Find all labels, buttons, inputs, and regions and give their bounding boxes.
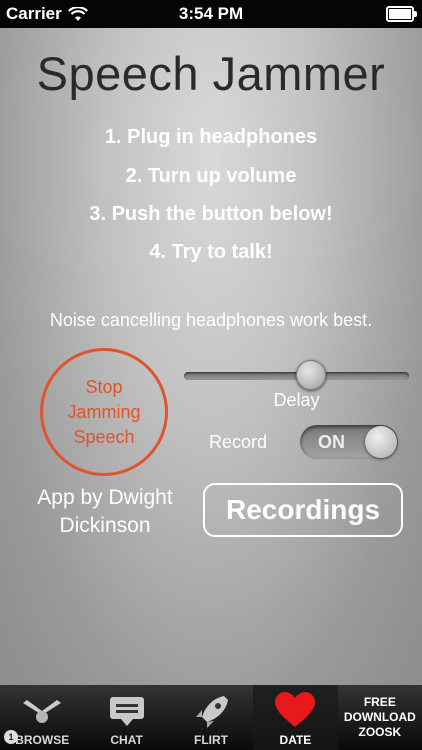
instruction-step-4: 4. Try to talk! xyxy=(149,241,273,263)
jam-button-line-3: Speech xyxy=(73,426,135,447)
tab-browse[interactable]: BROWSE 1 xyxy=(0,685,84,750)
rocket-icon xyxy=(196,696,229,728)
credit-line-1: App by Dwight xyxy=(37,486,173,509)
recordings-button[interactable]: Recordings xyxy=(203,483,403,537)
delay-slider-thumb[interactable] xyxy=(296,360,327,390)
record-label: Record xyxy=(209,432,268,452)
tab-flirt[interactable]: FLIRT xyxy=(169,685,253,750)
browse-icon xyxy=(23,700,62,723)
tab-chat-label: CHAT xyxy=(110,733,143,747)
status-bar: Carrier 3:54 PM xyxy=(0,0,422,28)
tab-chat[interactable]: CHAT xyxy=(84,685,168,750)
status-time: 3:54 PM xyxy=(178,4,244,23)
tab-flirt-label: FLIRT xyxy=(194,733,229,747)
headphones-note: Noise cancelling headphones work best. xyxy=(49,310,373,330)
jam-button-line-1: Stop xyxy=(85,376,123,397)
delay-label: Delay xyxy=(273,390,320,410)
promo-line-3: ZOOSK xyxy=(358,725,402,739)
record-toggle-state: ON xyxy=(318,432,345,452)
main-panel: Speech Jammer 1. Plug in headphones 2. T… xyxy=(0,28,422,685)
record-toggle[interactable]: ON xyxy=(300,425,398,459)
chat-icon xyxy=(109,697,144,726)
promo-line-1: FREE xyxy=(363,695,396,709)
instruction-step-3: 3. Push the button below! xyxy=(89,203,333,225)
free-download-zoosk-button[interactable]: FREE DOWNLOAD ZOOSK xyxy=(338,685,422,750)
tab-badge: 1 xyxy=(4,730,18,744)
tab-browse-label: BROWSE xyxy=(15,733,70,747)
credit-line-2: Dickinson xyxy=(59,514,151,537)
record-toggle-knob xyxy=(365,426,397,458)
tab-date-label: DATE xyxy=(279,733,312,747)
instruction-step-1: 1. Plug in headphones xyxy=(104,126,318,148)
instruction-step-2: 2. Turn up volume xyxy=(125,165,297,187)
app-credit: App by Dwight Dickinson xyxy=(30,484,180,540)
app-title: Speech Jammer xyxy=(36,47,386,100)
stop-jamming-button[interactable]: Stop Jamming Speech xyxy=(40,348,168,476)
tab-bar: BROWSE 1 CHAT FLIRT DATE FREE DOWNLOAD Z… xyxy=(0,685,422,750)
heart-icon xyxy=(275,692,316,727)
jam-button-line-2: Jamming xyxy=(67,401,141,422)
battery-icon xyxy=(386,6,417,22)
promo-line-2: DOWNLOAD xyxy=(343,710,416,724)
tab-date[interactable]: DATE xyxy=(253,685,338,750)
